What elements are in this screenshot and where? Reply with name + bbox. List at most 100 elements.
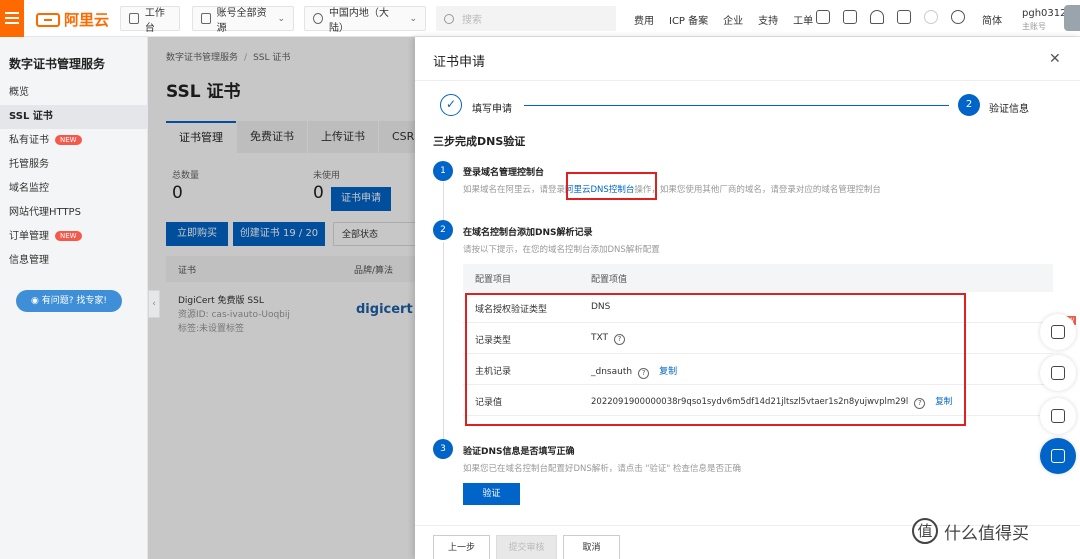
drawer-title: 证书申请 [433, 55, 486, 70]
chat-icon: ◉ [31, 296, 42, 306]
edit-button[interactable] [1040, 355, 1076, 391]
new-badge: NEW [55, 135, 82, 145]
aliyun-logo[interactable]: 阿里云 [36, 9, 109, 30]
help-icon[interactable] [951, 10, 965, 24]
top-link-support[interactable]: 支持 [758, 12, 778, 27]
table-header: 配置项目 配置项值 [463, 264, 1053, 292]
sidebar-item-proxy-https[interactable]: 网站代理HTTPS [0, 201, 148, 225]
chat-button[interactable] [1040, 398, 1076, 434]
close-icon[interactable]: ✕ [1049, 51, 1061, 67]
step-number: 2 [433, 220, 453, 240]
top-link-enterprise[interactable]: 企业 [723, 12, 743, 27]
account-resources-dropdown[interactable]: 账号全部资源 ⌄ [192, 6, 294, 34]
ask-expert-button[interactable]: ◉ 有问题? 找专家! [16, 290, 122, 312]
sidebar-item-info[interactable]: 信息管理 [0, 249, 148, 273]
search-input[interactable]: 搜索 [436, 6, 616, 31]
sidebar-item-label: SSL 证书 [9, 111, 53, 122]
step1-desc-text: 操作，如果您使用其他厂商的域名，请登录对应的域名管理控制台 [634, 185, 881, 195]
step-number: 3 [433, 439, 453, 459]
step2-desc: 请按以下提示，在您的域名控制台添加DNS解析配置 [463, 245, 660, 255]
step-fill-application: 填写申请 [472, 104, 512, 115]
sidebar-item-overview[interactable]: 概览 [0, 81, 148, 105]
column-header: 配置项值 [591, 275, 628, 285]
region-label: 中国内地（大陆） [328, 7, 389, 34]
search-icon [444, 13, 454, 24]
menu-icon[interactable] [0, 0, 24, 37]
highlight-box [566, 172, 657, 200]
cursor-icon [1051, 325, 1065, 339]
highlight-box [465, 293, 966, 426]
step3-desc: 如果您已在域名控制台配置好DNS解析，请点击 "验证" 检查信息是否正确 [463, 464, 742, 474]
top-bar: 阿里云 工作台 账号全部资源 ⌄ 中国内地（大陆） ⌄ 搜索 费用 ICP 备案… [0, 0, 1080, 37]
sidebar-item-label: 信息管理 [9, 255, 49, 266]
workbench-label: 工作台 [144, 7, 165, 34]
sidebar-item-hosting[interactable]: 托管服务 [0, 153, 148, 177]
home-icon [129, 13, 139, 24]
code-icon[interactable] [816, 10, 830, 24]
region-dropdown[interactable]: 中国内地（大陆） ⌄ [304, 6, 426, 34]
edit-icon [1051, 366, 1065, 380]
sidebar-item-ssl[interactable]: SSL 证书 [0, 105, 148, 129]
watermark-text: 什么值得买 [944, 523, 1029, 544]
sidebar: 数字证书管理服务 概览 SSL 证书 私有证书 NEW 托管服务 域名监控 网站代… [0, 37, 148, 559]
prev-step-button[interactable]: 上一步 [433, 535, 490, 559]
step1-desc: 如果域名在阿里云，请登录阿里云DNS控制台操作，如果您使用其他厂商的域名，请登录… [463, 183, 881, 195]
sidebar-item-orders[interactable]: 订单管理 NEW [0, 225, 148, 249]
top-link-icp[interactable]: ICP 备案 [669, 12, 708, 27]
sidebar-item-label: 概览 [9, 87, 29, 98]
step3-title: 验证DNS信息是否填写正确 [463, 447, 575, 457]
step1-desc-text: 如果域名在阿里云，请登录 [463, 185, 566, 195]
cert-apply-drawer: 证书申请 ✕ ✓ 填写申请 2 验证信息 三步完成DNS验证 1 登录域名管理控… [415, 37, 1080, 559]
sidebar-item-label: 托管服务 [9, 159, 49, 170]
step-number: 1 [433, 161, 453, 181]
sidebar-title: 数字证书管理服务 [9, 57, 106, 71]
top-link-fees[interactable]: 费用 [634, 12, 654, 27]
search-placeholder: 搜索 [462, 15, 482, 26]
cancel-button[interactable]: 取消 [563, 535, 620, 559]
step2-title: 在域名控制台添加DNS解析记录 [463, 228, 593, 238]
new-badge: NEW [55, 231, 82, 241]
verify-button[interactable]: 验证 [463, 483, 520, 505]
sidebar-item-label: 私有证书 [9, 135, 49, 146]
sidebar-collapse-button[interactable]: ‹ [148, 290, 160, 318]
workbench-button[interactable]: 工作台 [120, 6, 180, 34]
watermark: 值 什么值得买 [912, 518, 1029, 544]
sidebar-item-domain-monitor[interactable]: 域名监控 [0, 177, 148, 201]
sidebar-item-label: 域名监控 [9, 183, 49, 194]
feedback-button[interactable] [1040, 314, 1076, 350]
top-icons [816, 10, 978, 24]
account-resources-label: 账号全部资源 [216, 7, 267, 34]
logo-icon [36, 12, 60, 27]
apps-button[interactable] [1040, 438, 1076, 474]
top-link-ticket[interactable]: 工单 [793, 12, 813, 27]
resources-icon [201, 13, 211, 24]
avatar[interactable] [1064, 5, 1080, 31]
chevron-down-icon: ⌄ [277, 13, 285, 24]
step1-title: 登录域名管理控制台 [463, 168, 545, 178]
sidebar-item-private-cert[interactable]: 私有证书 NEW [0, 129, 148, 153]
cart-icon[interactable] [897, 10, 911, 24]
ask-expert-label: 有问题? 找专家! [41, 296, 107, 306]
sidebar-item-label: 网站代理HTTPS [9, 207, 81, 218]
username: pgh0312 [1022, 8, 1067, 19]
grid-icon [1051, 449, 1065, 463]
submit-review-button[interactable]: 提交审核 [496, 535, 557, 559]
step-progress-line [524, 105, 949, 106]
chevron-down-icon: ⌄ [409, 13, 417, 24]
chat-icon [1051, 409, 1065, 423]
sidebar-item-label: 订单管理 [9, 231, 49, 242]
divider [415, 80, 1080, 81]
check-icon: ✓ [440, 94, 462, 116]
language-switch[interactable]: 简体 [982, 12, 1002, 27]
column-header: 配置项目 [475, 275, 512, 285]
modal-overlay[interactable] [148, 37, 416, 559]
location-icon [313, 13, 323, 24]
step-connector [443, 182, 444, 222]
account-type: 主账号 [1022, 22, 1046, 31]
bell-icon[interactable] [870, 10, 884, 24]
watermark-logo: 值 [912, 518, 938, 544]
section-heading: 三步完成DNS验证 [433, 135, 526, 148]
lightbulb-icon[interactable] [924, 10, 938, 24]
terminal-icon[interactable] [843, 10, 857, 24]
user-menu[interactable]: pgh0312 主账号 [1022, 7, 1066, 33]
